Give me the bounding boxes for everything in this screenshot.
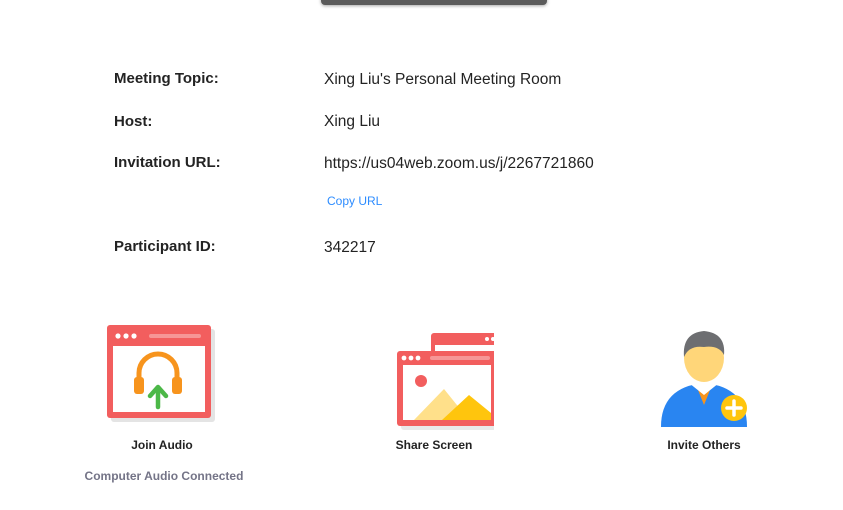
invite-others-icon: [661, 331, 747, 427]
share-screen-icon: [397, 333, 494, 430]
host-value: Xing Liu: [324, 113, 381, 130]
join-audio-button[interactable]: Join Audio: [82, 325, 242, 460]
meeting-info-panel: Meeting Topic: Xing Liu's Personal Meeti…: [0, 0, 843, 510]
copy-url-link[interactable]: Copy URL: [327, 194, 382, 208]
invite-others-button[interactable]: Invite Others: [624, 325, 784, 460]
participant-id-label: Participant ID:: [114, 238, 216, 255]
invitation-url-label: Invitation URL:: [114, 154, 221, 171]
top-toolbar-edge: [321, 0, 547, 5]
meeting-topic-value: Xing Liu's Personal Meeting Room: [324, 71, 562, 88]
host-label: Host:: [114, 113, 153, 130]
join-audio-icon: [107, 325, 215, 422]
meeting-topic-label: Meeting Topic:: [114, 70, 219, 87]
share-screen-label: Share Screen: [395, 438, 473, 452]
invite-others-label: Invite Others: [667, 438, 741, 452]
invitation-url-value: https://us04web.zoom.us/j/2267721860: [324, 155, 594, 172]
join-audio-label: Join Audio: [131, 438, 193, 452]
participant-id-value: 342217: [324, 239, 376, 256]
audio-status-text: Computer Audio Connected: [84, 469, 244, 483]
share-screen-button[interactable]: Share Screen: [354, 325, 514, 460]
